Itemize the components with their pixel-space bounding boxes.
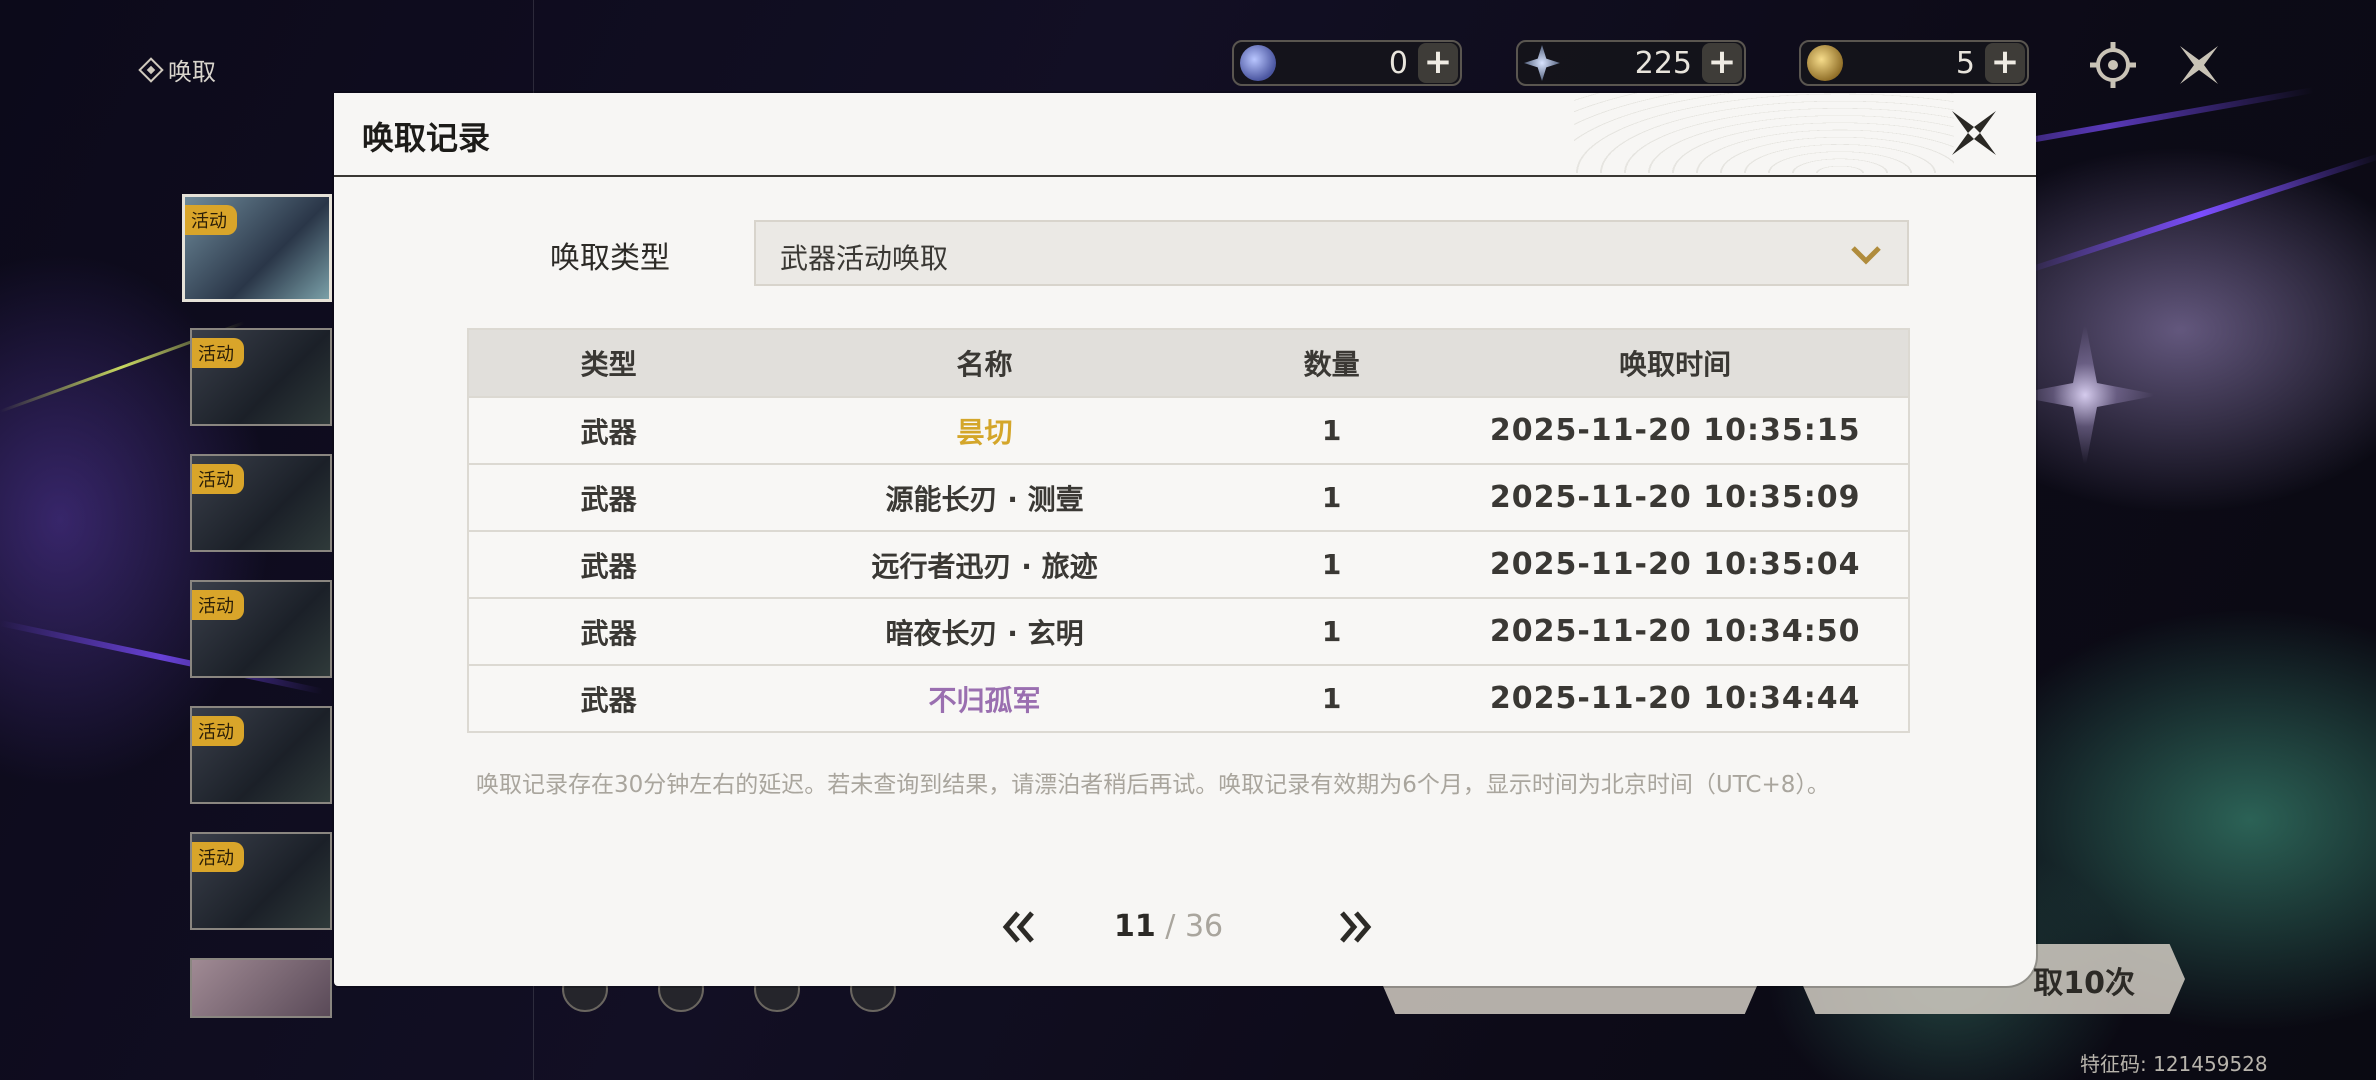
star-currency-icon (1524, 45, 1560, 81)
column-header-type: 类型 (580, 348, 637, 381)
dialog-header: 唤取记录 (334, 93, 2036, 177)
history-table: 类型 名称 数量 唤取时间 武器 昙切 1 2025-11-20 10:35:1… (467, 328, 1910, 733)
add-star-button[interactable]: + (1702, 43, 1742, 83)
screen-title: 唤取 (138, 52, 216, 87)
prev-page-icon[interactable] (998, 907, 1042, 947)
row-count: 1 (1321, 548, 1342, 581)
diamond-icon (138, 56, 164, 83)
dialog-title: 唤取记录 (362, 119, 491, 157)
row-time: 2025-11-20 10:35:04 (1489, 547, 1861, 582)
currency-value: 225 (1634, 45, 1692, 81)
column-header-name: 名称 (956, 348, 1013, 381)
table-row: 武器 昙切 1 2025-11-20 10:35:15 (469, 396, 1908, 463)
banner-thumb[interactable]: 活动 (182, 194, 332, 302)
row-type: 武器 (580, 482, 637, 516)
banner-thumb[interactable]: 活动 (190, 832, 332, 930)
table-row: 武器 暗夜长刃 · 玄明 1 2025-11-20 10:34:50 (469, 597, 1908, 664)
event-tag: 活动 (185, 205, 237, 235)
event-tag: 活动 (192, 338, 244, 368)
row-count: 1 (1321, 414, 1342, 447)
column-header-time: 唤取时间 (1619, 348, 1732, 381)
dropdown-value: 武器活动唤取 (780, 242, 949, 275)
row-name: 远行者迅刃 · 旅迹 (871, 549, 1098, 583)
pull-ten-label: 取10次 (2033, 966, 2135, 1001)
row-name: 暗夜长刃 · 玄明 (885, 616, 1084, 650)
add-coin-button[interactable]: + (1985, 43, 2025, 83)
page-separator: / (1155, 909, 1185, 944)
currency-star: 225 + (1516, 40, 1746, 86)
event-tag: 活动 (192, 716, 244, 746)
header-decoration (1574, 93, 1954, 173)
banner-thumb[interactable]: 活动 (190, 580, 332, 678)
event-tag: 活动 (192, 590, 244, 620)
row-name: 昙切 (956, 415, 1013, 449)
row-type: 武器 (580, 683, 637, 717)
close-icon[interactable] (1948, 107, 2000, 159)
delay-note: 唤取记录存在30分钟左右的延迟。若未查询到结果，请漂泊者稍后再试。唤取记录有效期… (476, 772, 1830, 798)
row-count: 1 (1321, 481, 1342, 514)
table-header: 类型 名称 数量 唤取时间 (469, 330, 1908, 396)
event-tag: 活动 (192, 464, 244, 494)
pull-type-dropdown[interactable]: 武器活动唤取 (754, 220, 1909, 286)
table-row: 武器 源能长刃 · 测壹 1 2025-11-20 10:35:09 (469, 463, 1908, 530)
table-row: 武器 不归孤军 1 2025-11-20 10:34:44 (469, 664, 1908, 731)
row-type: 武器 (580, 616, 637, 650)
pagination: 11 / 36 (334, 903, 2036, 963)
currency-value: 0 (1388, 45, 1408, 81)
coin-currency-icon (1807, 45, 1843, 81)
row-name: 不归孤军 (928, 683, 1041, 717)
row-time: 2025-11-20 10:35:09 (1489, 480, 1861, 515)
settings-gear-icon[interactable] (2088, 40, 2138, 90)
current-page: 11 (1114, 909, 1156, 944)
banner-thumb[interactable] (190, 958, 332, 1018)
row-time: 2025-11-20 10:35:15 (1489, 413, 1861, 448)
pull-history-dialog: 唤取记录 唤取类型 武器活动唤取 类型 名称 数量 唤取时间 武器 昙切 1 2… (334, 93, 2036, 986)
orb-currency-icon (1240, 45, 1276, 81)
row-time: 2025-11-20 10:34:50 (1489, 614, 1861, 649)
row-count: 1 (1321, 682, 1342, 715)
table-row: 武器 远行者迅刃 · 旅迹 1 2025-11-20 10:35:04 (469, 530, 1908, 597)
page-indicator: 11 / 36 (1114, 909, 1223, 944)
row-count: 1 (1321, 615, 1342, 648)
row-name: 源能长刃 · 测壹 (885, 482, 1084, 516)
total-pages: 36 (1184, 909, 1224, 944)
row-type: 武器 (580, 415, 637, 449)
pull-type-label: 唤取类型 (550, 241, 670, 276)
chevron-down-icon (1851, 246, 1881, 265)
exit-icon[interactable] (2174, 40, 2224, 90)
uid-text: 特征码: 121459528 (2080, 1052, 2268, 1076)
banner-thumb[interactable]: 活动 (190, 328, 332, 426)
currency-coin: 5 + (1799, 40, 2029, 86)
column-header-count: 数量 (1303, 348, 1360, 381)
row-time: 2025-11-20 10:34:44 (1489, 681, 1861, 716)
screen-title-text: 唤取 (168, 58, 216, 86)
add-orb-button[interactable]: + (1418, 43, 1458, 83)
next-page-icon[interactable] (1332, 907, 1376, 947)
currency-orb: 0 + (1232, 40, 1462, 86)
currency-value: 5 (1955, 45, 1975, 81)
banner-thumb[interactable]: 活动 (190, 454, 332, 552)
event-tag: 活动 (192, 842, 244, 872)
row-type: 武器 (580, 549, 637, 583)
banner-thumb[interactable]: 活动 (190, 706, 332, 804)
